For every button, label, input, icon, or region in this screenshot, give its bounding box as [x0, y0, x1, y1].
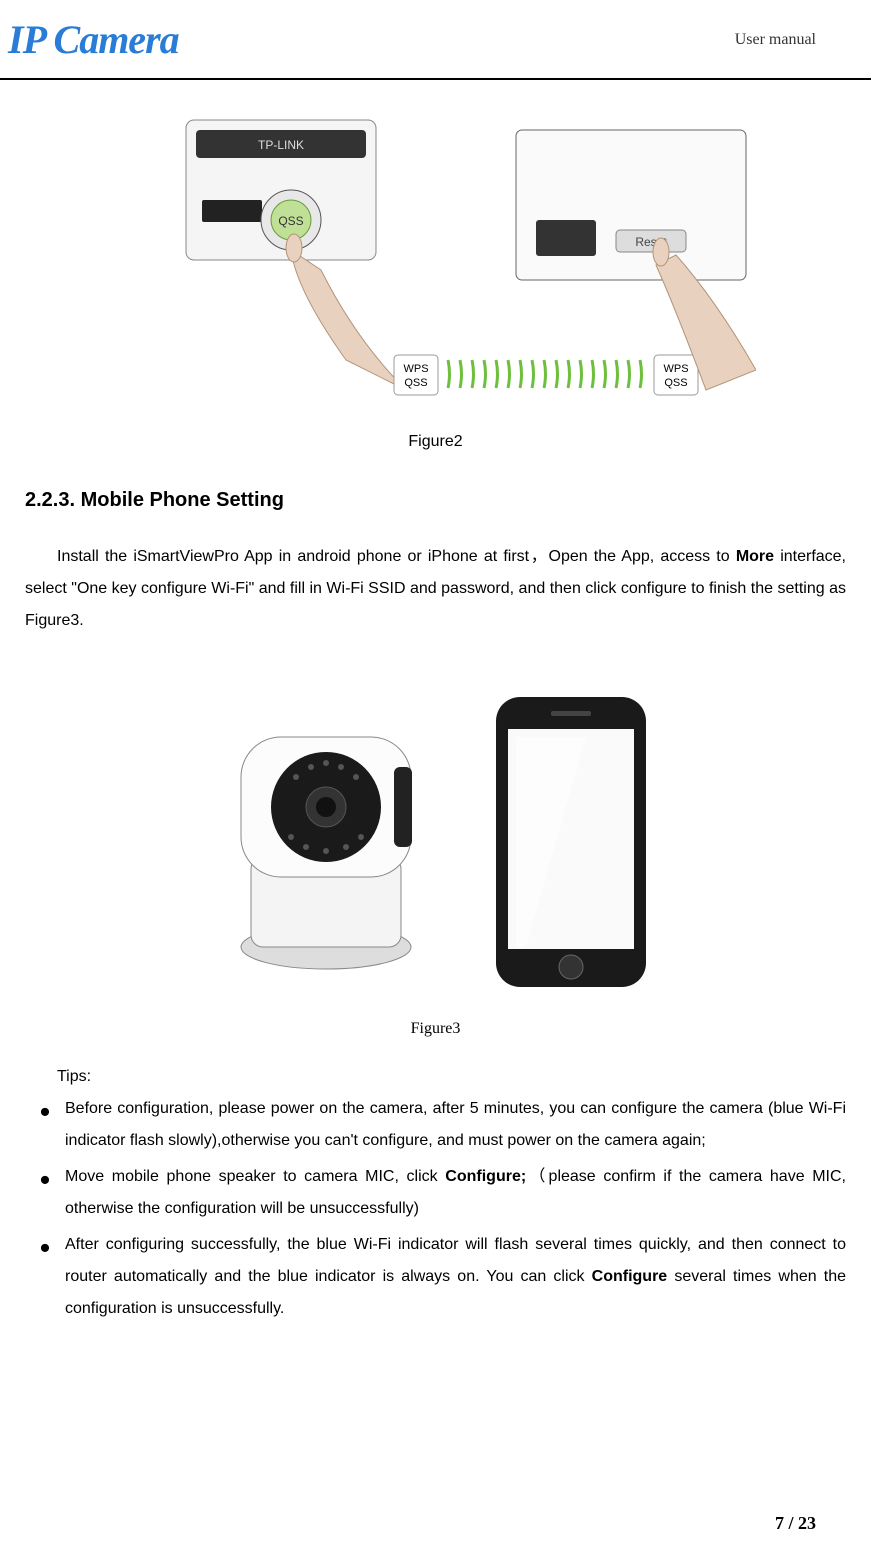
figure3-illustration [156, 667, 716, 997]
tips-label: Tips: [57, 1061, 846, 1093]
svg-text:TP-LINK: TP-LINK [257, 138, 303, 152]
list-item: ⬤ Move mobile phone speaker to camera MI… [25, 1161, 846, 1225]
list-item: ⬤ After configuring successfully, the bl… [25, 1229, 846, 1325]
paragraph-1: Install the iSmartViewPro App in android… [25, 541, 846, 637]
bullet-text: Move mobile phone speaker to camera MIC,… [65, 1161, 846, 1225]
svg-text:WPS: WPS [403, 363, 428, 375]
tips-list: ⬤ Before configuration, please power on … [25, 1093, 846, 1325]
figure2-caption: Figure2 [25, 429, 846, 455]
section-number: 2.2.3. [25, 489, 75, 511]
logo: IP Camera [8, 8, 179, 72]
svg-text:QSS: QSS [404, 377, 427, 389]
bullet-icon: ⬤ [25, 1229, 65, 1325]
svg-text:QSS: QSS [664, 377, 687, 389]
figure2-block: TP-LINK QSS WPS QSS [25, 90, 846, 454]
figure2-illustration: TP-LINK QSS WPS QSS [116, 90, 756, 410]
page-content: TP-LINK QSS WPS QSS [0, 90, 871, 1325]
list-item: ⬤ Before configuration, please power on … [25, 1093, 846, 1157]
page-header: IP Camera User manual [0, 0, 871, 80]
header-label: User manual [735, 27, 816, 53]
figure3-caption: Figure3 [25, 1016, 846, 1042]
section-title: Mobile Phone Setting [81, 489, 284, 511]
bullet-text: Before configuration, please power on th… [65, 1093, 846, 1157]
bullet-icon: ⬤ [25, 1093, 65, 1157]
figure3-block: Figure3 [25, 667, 846, 1041]
bullet-text: After configuring successfully, the blue… [65, 1229, 846, 1325]
page-number: 7 / 23 [775, 1509, 816, 1538]
section-heading: 2.2.3. Mobile Phone Setting [25, 484, 846, 516]
svg-text:WPS: WPS [663, 363, 688, 375]
bullet-icon: ⬤ [25, 1161, 65, 1225]
svg-text:QSS: QSS [278, 214, 303, 228]
